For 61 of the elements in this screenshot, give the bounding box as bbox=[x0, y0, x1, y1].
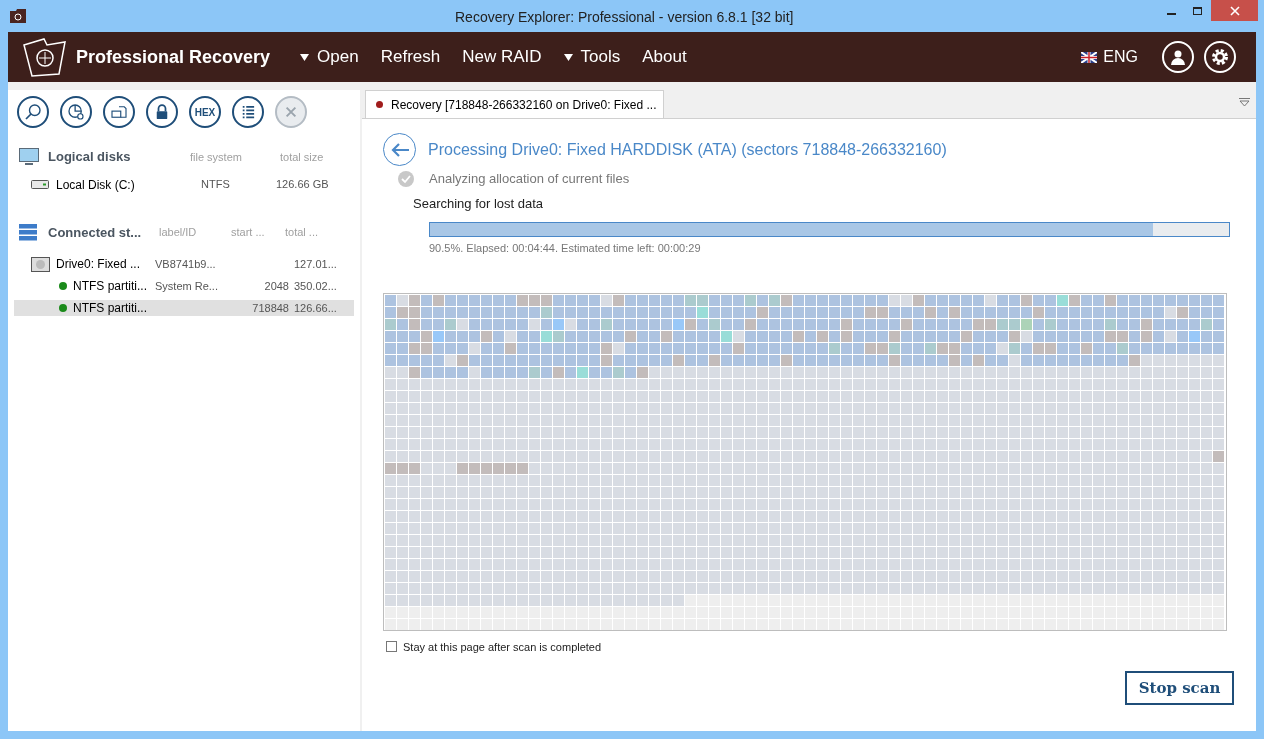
pie-chart-icon[interactable] bbox=[60, 96, 92, 128]
section-title: Logical disks bbox=[48, 148, 132, 166]
settings-icon[interactable] bbox=[1204, 41, 1236, 73]
dropdown-icon[interactable] bbox=[1239, 98, 1250, 107]
progress-text: 90.5%. Elapsed: 00:04:44. Estimated time left: 00:00:29 bbox=[429, 241, 702, 256]
storage-row[interactable]: NTFS partiti... 718848 126.66... bbox=[14, 300, 354, 316]
app-name: Professional Recovery bbox=[76, 45, 271, 69]
step-label: Analyzing allocation of current files bbox=[429, 170, 630, 189]
processing-heading: Processing Drive0: Fixed HARDDISK (ATA) (sectors 718848-266332160) bbox=[428, 139, 947, 160]
drive-icon[interactable] bbox=[103, 96, 135, 128]
menu-item[interactable]: About bbox=[642, 44, 687, 70]
disk-name: Local Disk (C:) bbox=[56, 176, 136, 194]
menu-item[interactable]: Refresh bbox=[380, 44, 441, 70]
server-icon bbox=[19, 223, 39, 241]
column-header: file system bbox=[190, 149, 243, 165]
caret-icon bbox=[300, 53, 310, 61]
start-cell-text: 2048 bbox=[263, 278, 289, 294]
column-header: start ... bbox=[231, 225, 266, 240]
flag-icon bbox=[1081, 51, 1098, 63]
tab-label: Recovery [718848-266332160 on Drive0: Fixed ... bbox=[391, 96, 657, 114]
check-circle-icon bbox=[398, 171, 414, 187]
checkbox-label: Stay at this page after scan is completed bbox=[403, 639, 602, 655]
menu-item[interactable]: Open bbox=[317, 44, 359, 70]
label-cell-text: VB8741b9... bbox=[155, 256, 217, 272]
menu-item[interactable]: Tools bbox=[580, 44, 621, 70]
column-header: label/ID bbox=[159, 225, 198, 240]
storage-name: Drive0: Fixed ... bbox=[56, 256, 141, 273]
storage-row[interactable]: NTFS partiti... System Re... 2048 350.02... bbox=[14, 278, 354, 294]
language-button[interactable]: ENG bbox=[1103, 45, 1138, 69]
total-cell-text: 127.01... bbox=[293, 256, 338, 272]
menu-item[interactable]: New RAID bbox=[462, 44, 542, 70]
magnifier-icon[interactable] bbox=[17, 96, 49, 128]
app-icon bbox=[10, 9, 26, 23]
total-cell-text: 350.02... bbox=[293, 278, 338, 294]
total-cell-text: 126.66... bbox=[293, 300, 338, 316]
monitor-icon bbox=[19, 148, 39, 166]
storage-name: NTFS partiti... bbox=[73, 300, 147, 317]
section-title: Connected st... bbox=[48, 223, 143, 242]
storage-row[interactable]: Drive0: Fixed ... VB8741b9... 127.01... bbox=[14, 256, 354, 272]
lock-icon[interactable] bbox=[146, 96, 178, 128]
hex-button[interactable]: HEX bbox=[189, 96, 221, 128]
column-header: total ... bbox=[285, 225, 319, 240]
close-icon bbox=[1229, 5, 1240, 16]
column-header: total size bbox=[280, 149, 324, 165]
file-system-cell-text: NTFS bbox=[201, 177, 231, 193]
recovery-tab[interactable]: Recovery [718848-266332160 on Drive0: Fixed ... bbox=[365, 90, 664, 118]
label-cell-text: System Re... bbox=[155, 278, 219, 294]
user-icon[interactable] bbox=[1162, 41, 1194, 73]
disk-drive-icon bbox=[31, 180, 49, 189]
caret-icon bbox=[563, 53, 573, 61]
size-cell-text: 126.66 GB bbox=[276, 177, 329, 193]
storage-name: NTFS partiti... bbox=[73, 278, 147, 295]
back-arrow-icon bbox=[389, 141, 410, 158]
start-cell-text: 718848 bbox=[251, 300, 289, 316]
step-label: Searching for lost data bbox=[413, 195, 544, 214]
stop-scan-button[interactable]: Stop scan bbox=[1125, 671, 1234, 705]
folder-logo-icon bbox=[22, 37, 68, 77]
list-icon[interactable] bbox=[232, 96, 264, 128]
hard-drive-icon bbox=[31, 256, 50, 272]
stay-checkbox[interactable] bbox=[386, 641, 397, 653]
window-title: Recovery Explorer: Professional - version 6.8.1 [32 bit] bbox=[455, 8, 794, 27]
